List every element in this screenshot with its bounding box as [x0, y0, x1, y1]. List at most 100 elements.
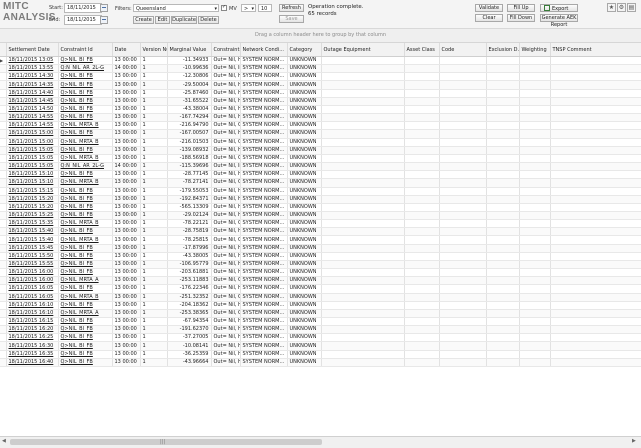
table-cell[interactable]: 13 00:00 — [112, 146, 141, 155]
table-cell[interactable]: Q>NIL_BI_FB — [58, 72, 113, 82]
table-cell[interactable]: 18/11/2015 15:10 — [6, 170, 59, 180]
table-cell[interactable] — [550, 203, 641, 212]
column-header[interactable]: Outage Equipment — [321, 43, 405, 57]
table-cell[interactable] — [486, 105, 520, 115]
table-cell[interactable]: 13 00:00 — [112, 244, 141, 253]
table-cell[interactable] — [321, 235, 405, 245]
table-cell[interactable] — [321, 113, 405, 123]
table-cell[interactable]: 1 — [140, 284, 168, 294]
table-cell[interactable]: Out= Nil, H... — [211, 284, 241, 294]
column-header[interactable]: Weighting — [519, 43, 551, 57]
table-cell[interactable]: SYSTEM NORM... — [240, 244, 288, 253]
table-cell[interactable]: 18/11/2015 16:20 — [6, 325, 59, 335]
table-cell[interactable]: Out= Nil, O... — [211, 293, 241, 302]
table-cell[interactable]: SYSTEM NORM... — [240, 97, 288, 106]
column-header[interactable]: Version Nu... — [140, 43, 168, 57]
table-cell[interactable]: -251.32352 — [167, 293, 212, 302]
table-cell[interactable]: 13 00:00 — [112, 72, 141, 82]
table-row[interactable]: 18/11/2015 16:00 Q>NIL_BI_FB 13 00:00 1 -203… — [0, 268, 641, 278]
table-cell[interactable]: 1 — [140, 195, 168, 204]
table-cell[interactable]: Q>NIL_MRTA_B — [58, 235, 113, 245]
table-cell[interactable]: 1 — [140, 301, 168, 310]
table-cell[interactable]: 18/11/2015 16:00 — [6, 276, 59, 286]
table-row[interactable]: 18/11/2015 15:55 Q>NIL_BI_FB 13 00:00 1 -106… — [0, 260, 641, 270]
table-cell[interactable] — [550, 211, 641, 221]
table-cell[interactable] — [486, 284, 520, 294]
table-cell[interactable]: Out= Nil, H... — [211, 97, 241, 106]
table-cell[interactable] — [321, 105, 405, 115]
table-row[interactable]: 18/11/2015 15:20 Q>NIL_BI_FB 13 00:00 1 -192… — [0, 195, 641, 204]
table-cell[interactable] — [550, 195, 641, 204]
table-cell[interactable]: 1 — [140, 219, 168, 229]
table-cell[interactable]: Out= Nil, O... — [211, 138, 241, 147]
table-cell[interactable]: SYSTEM NORM... — [240, 341, 288, 351]
delete-button[interactable]: Delete — [198, 16, 219, 24]
table-cell[interactable]: 18/11/2015 15:40 — [6, 235, 59, 245]
table-cell[interactable]: Out= Nil, H... — [211, 260, 241, 270]
table-cell[interactable]: Out= Nil, H... — [211, 211, 241, 221]
table-cell[interactable] — [550, 56, 641, 66]
table-cell[interactable] — [439, 211, 487, 221]
table-cell[interactable]: 13 00:00 — [112, 97, 141, 106]
table-cell[interactable] — [550, 80, 641, 90]
table-cell[interactable]: UNKNOWN — [287, 227, 322, 237]
table-cell[interactable]: 1 — [140, 293, 168, 302]
table-cell[interactable]: -11.34933 — [167, 56, 212, 66]
table-cell[interactable] — [439, 276, 487, 286]
table-cell[interactable]: UNKNOWN — [287, 64, 322, 74]
operator-select[interactable]: > ▾ — [241, 4, 256, 12]
table-cell[interactable] — [486, 97, 520, 106]
table-cell[interactable]: Q:N_NIL_AR_2L-G — [58, 162, 113, 172]
table-cell[interactable]: -10.99636 — [167, 64, 212, 74]
table-row[interactable]: 18/11/2015 15:10 Q>NIL_MRTA_B 13 00:00 1 -78… — [0, 178, 641, 188]
table-cell[interactable]: 1 — [140, 113, 168, 123]
table-cell[interactable]: 13 00:00 — [112, 187, 141, 196]
table-row[interactable]: 18/11/2015 16:15 Q>NIL_BI_FB 13 00:00 1 -67.… — [0, 317, 641, 327]
table-cell[interactable]: UNKNOWN — [287, 333, 322, 343]
table-cell[interactable]: SYSTEM NORM... — [240, 178, 288, 188]
table-cell[interactable] — [439, 56, 487, 66]
table-row[interactable]: 18/11/2015 15:35 Q>NIL_MRTA_B 13 00:00 1 -78… — [0, 219, 641, 229]
table-cell[interactable]: SYSTEM NORM... — [240, 252, 288, 261]
star-icon[interactable]: ★ — [607, 3, 616, 12]
table-cell[interactable] — [321, 187, 405, 196]
table-cell[interactable]: 14 00:00 — [112, 162, 141, 172]
table-cell[interactable]: 1 — [140, 341, 168, 351]
table-cell[interactable] — [550, 252, 641, 261]
table-cell[interactable] — [550, 350, 641, 359]
table-cell[interactable]: 1 — [140, 146, 168, 155]
scroll-right-icon[interactable]: ▶ — [632, 438, 636, 444]
table-cell[interactable] — [550, 64, 641, 74]
table-cell[interactable] — [321, 89, 405, 98]
table-cell[interactable] — [519, 138, 551, 147]
table-cell[interactable] — [439, 317, 487, 327]
table-cell[interactable] — [404, 276, 440, 286]
table-cell[interactable] — [486, 293, 520, 302]
table-cell[interactable]: 13 00:00 — [112, 325, 141, 335]
table-cell[interactable] — [404, 121, 440, 131]
table-cell[interactable] — [321, 129, 405, 139]
table-cell[interactable]: 18/11/2015 15:05 — [6, 162, 59, 172]
table-cell[interactable]: -167.00507 — [167, 129, 212, 139]
table-row[interactable]: 18/11/2015 15:25 Q>NIL_BI_FB 13 00:00 1 -29.… — [0, 211, 641, 221]
table-cell[interactable] — [404, 113, 440, 123]
table-cell[interactable] — [321, 268, 405, 278]
table-cell[interactable]: UNKNOWN — [287, 350, 322, 359]
table-row[interactable]: 18/11/2015 14:55 Q>NIL_MRTA_B 13 00:00 1 -21… — [0, 121, 641, 131]
table-cell[interactable] — [321, 219, 405, 229]
table-cell[interactable] — [486, 235, 520, 245]
table-cell[interactable]: 13 00:00 — [112, 138, 141, 147]
table-cell[interactable]: Q>NIL_BI_FB — [58, 244, 113, 253]
table-cell[interactable] — [404, 252, 440, 261]
table-cell[interactable]: Out= Nil, O... — [211, 178, 241, 188]
table-cell[interactable]: UNKNOWN — [287, 235, 322, 245]
table-cell[interactable]: 18/11/2015 14:30 — [6, 72, 59, 82]
table-cell[interactable]: UNKNOWN — [287, 105, 322, 115]
table-cell[interactable] — [486, 195, 520, 204]
fill-up-button[interactable]: Fill Up — [507, 4, 535, 12]
table-cell[interactable] — [321, 203, 405, 212]
table-row[interactable]: 18/11/2015 14:45 Q>NIL_BI_FB 13 00:00 1 -31.… — [0, 97, 641, 106]
table-cell[interactable]: -106.95779 — [167, 260, 212, 270]
table-cell[interactable]: Q>NIL_BI_FB — [58, 211, 113, 221]
table-cell[interactable]: 13 00:00 — [112, 227, 141, 237]
